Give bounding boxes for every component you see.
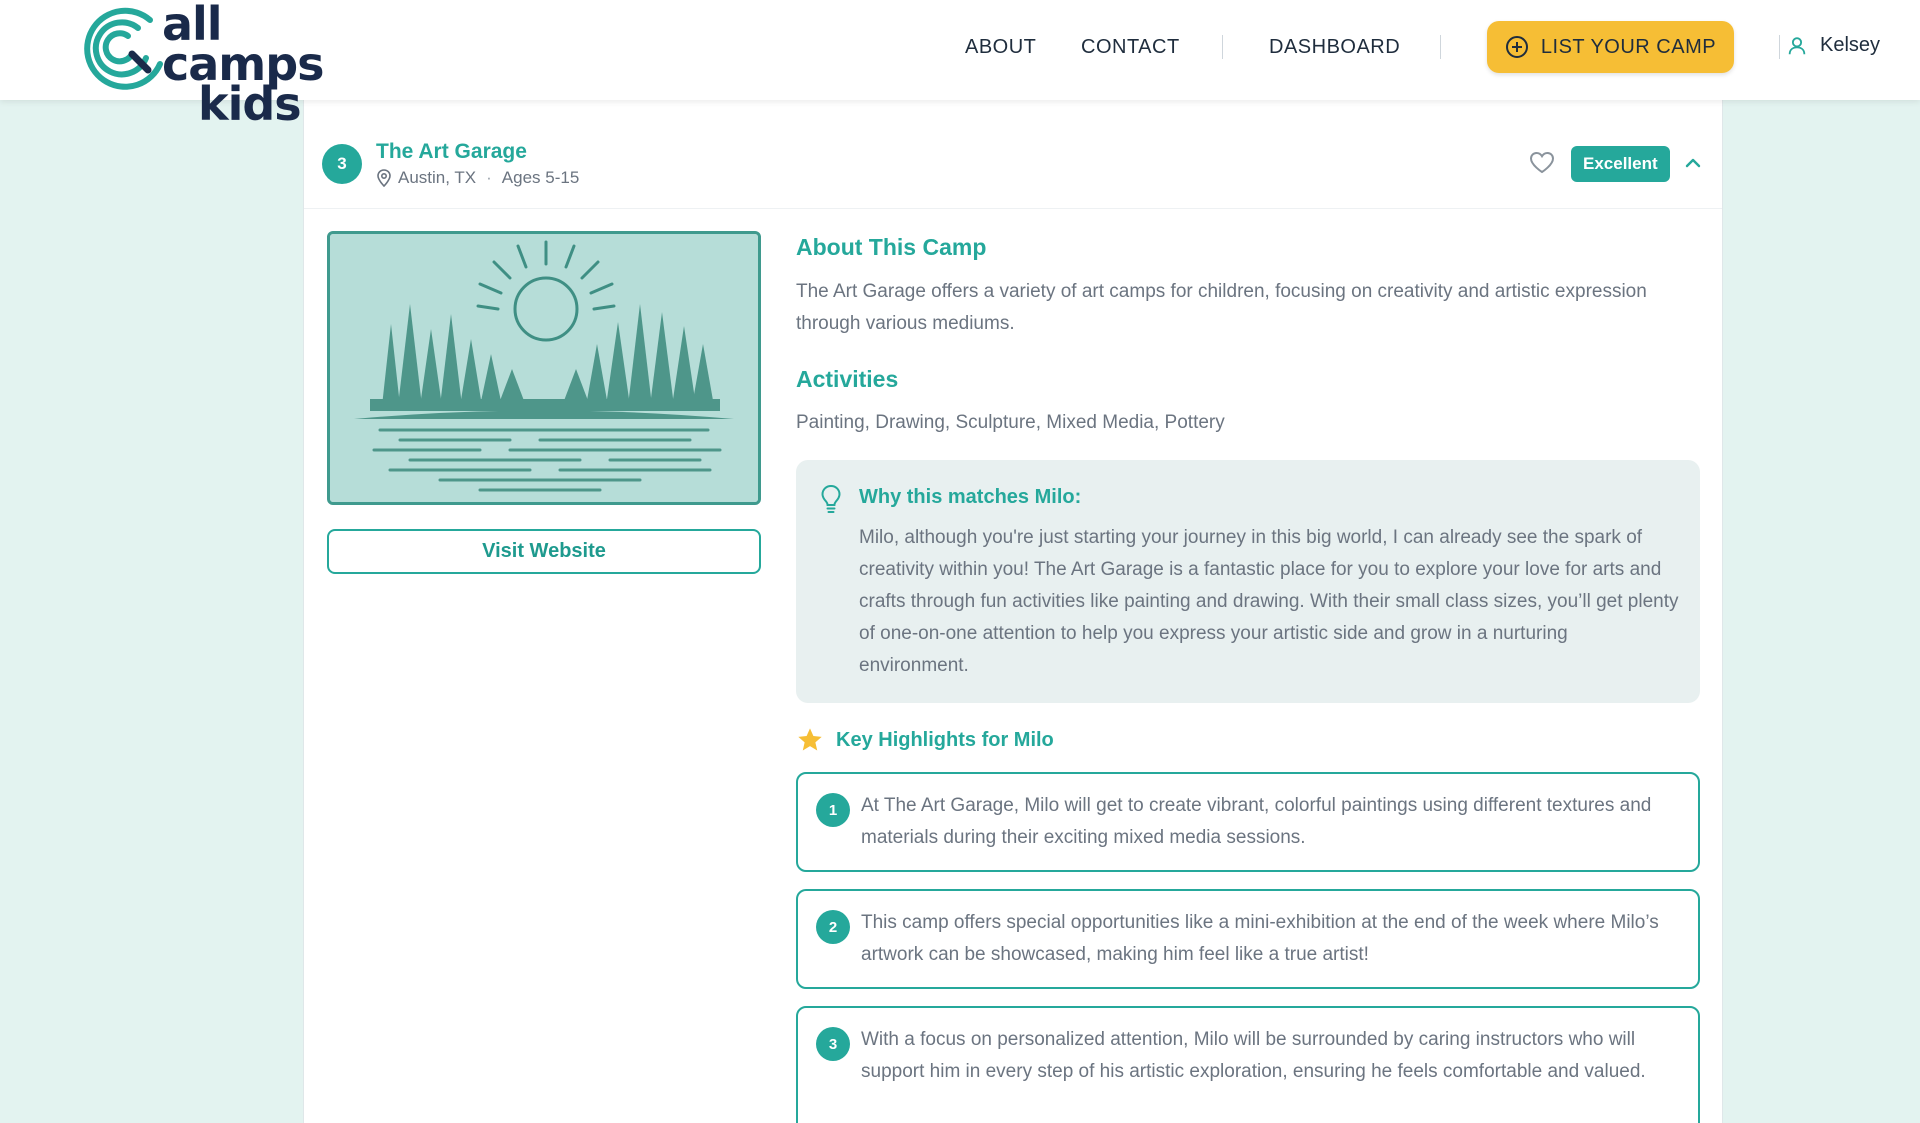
list-your-camp-label: LIST YOUR CAMP [1540, 35, 1717, 58]
about-text: The Art Garage offers a variety of art c… [796, 281, 1647, 334]
camp-image [327, 231, 761, 505]
meta-separator: · [486, 168, 492, 187]
highlight-item: 2 This camp offers special opportunities… [796, 889, 1700, 989]
highlight-item: 3 With a focus on personalized attention… [796, 1006, 1700, 1123]
camp-meta: Austin, TX · Ages 5-15 [376, 168, 579, 188]
highlight-number: 2 [816, 910, 850, 944]
highlight-number: 3 [816, 1027, 850, 1061]
camp-location: Austin, TX [398, 168, 477, 187]
nav-divider [1222, 35, 1223, 59]
highlight-text: With a focus on personalized attention, … [861, 1029, 1646, 1082]
camp-card-header[interactable]: 3 The Art Garage Austin, TX · Ages 5-15 … [304, 100, 1722, 209]
star-icon [798, 728, 822, 751]
rank-badge: 3 [322, 144, 362, 184]
nav-about-link[interactable]: ABOUT [965, 36, 1036, 59]
about-title: About This Camp [796, 234, 987, 260]
top-navbar: all camps kids ABOUT CONTACT DASHBOARD L… [0, 0, 1920, 127]
highlights-title: Key Highlights for Milo [836, 728, 1054, 751]
highlight-text: At The Art Garage, Milo will get to crea… [861, 795, 1652, 848]
user-name: Kelsey [1820, 34, 1881, 56]
match-text: Milo, although you're just starting your… [859, 527, 1679, 676]
lightbulb-icon [821, 484, 841, 513]
chevron-up-icon[interactable] [1684, 156, 1702, 170]
nav-divider [1440, 35, 1441, 59]
forest-lake-illustration [330, 234, 758, 502]
nav-dashboard-link[interactable]: DASHBOARD [1269, 36, 1400, 59]
match-title: Why this matches Milo: [859, 486, 1082, 508]
logo-text: all camps kids [162, 1, 372, 127]
plus-circle-icon [1505, 36, 1528, 58]
logo-mark-icon [84, 7, 163, 90]
user-icon [1788, 36, 1806, 54]
visit-website-button[interactable]: Visit Website [327, 529, 761, 574]
map-pin-icon [377, 169, 391, 187]
highlights-header: Key Highlights for Milo [796, 726, 1054, 754]
list-your-camp-button[interactable]: LIST YOUR CAMP [1487, 21, 1734, 73]
highlight-number: 1 [816, 793, 850, 827]
camp-ages: Ages 5-15 [501, 168, 580, 187]
highlight-item: 1 At The Art Garage, Milo will get to cr… [796, 772, 1700, 872]
activities-text: Painting, Drawing, Sculpture, Mixed Medi… [796, 412, 1225, 433]
nav-divider [1779, 35, 1780, 59]
heart-icon[interactable] [1529, 151, 1555, 175]
highlight-text: This camp offers special opportunities l… [861, 912, 1659, 965]
site-logo[interactable]: all camps kids [72, 0, 372, 127]
camp-card: 3 The Art Garage Austin, TX · Ages 5-15 … [303, 100, 1723, 1123]
rating-badge: Excellent [1571, 146, 1670, 182]
nav-contact-link[interactable]: CONTACT [1081, 36, 1180, 59]
match-reason-box: Why this matches Milo: Milo, although yo… [796, 460, 1700, 703]
activities-title: Activities [796, 366, 899, 392]
camp-name[interactable]: The Art Garage [376, 140, 527, 164]
user-menu[interactable]: Kelsey [1782, 34, 1880, 57]
